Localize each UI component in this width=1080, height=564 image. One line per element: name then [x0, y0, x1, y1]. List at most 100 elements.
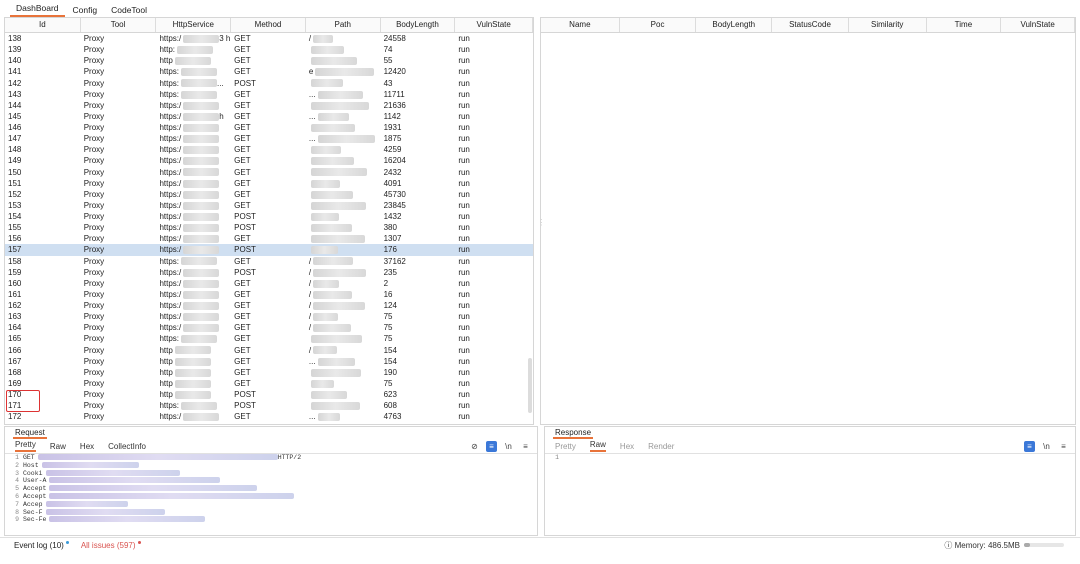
row-id: 146 — [8, 123, 22, 132]
col-bodylength[interactable]: BodyLength — [696, 18, 773, 32]
col-method[interactable]: Method — [231, 18, 306, 32]
row-httpservice: https:/ — [156, 322, 231, 333]
table-row[interactable]: 148 Proxy https:/GET 4259 run — [5, 144, 533, 155]
table-row[interactable]: 160 Proxy https:/GET /2 run — [5, 278, 533, 289]
table-row[interactable]: 138 Proxy https:/3 h...GET /24558 run — [5, 33, 533, 44]
row-vulnstate: run — [458, 189, 470, 199]
col-path[interactable]: Path — [306, 18, 381, 32]
row-tool: Proxy — [83, 223, 105, 233]
response-editor[interactable]: 1 — [545, 454, 1075, 462]
table-row[interactable]: 143 Proxy https: GET... 11711 run — [5, 89, 533, 100]
table-row[interactable]: 168 Proxy http GET 190 run — [5, 367, 533, 378]
table-row[interactable]: 170 Proxy http POST 623 run — [5, 389, 533, 400]
col-time[interactable]: Time — [927, 18, 1002, 32]
col-poc[interactable]: Poc — [620, 18, 697, 32]
row-method: GET — [234, 367, 251, 377]
table-row[interactable]: 169 Proxy http GET 75 run — [5, 378, 533, 389]
col-name[interactable]: Name — [541, 18, 620, 32]
row-method: GET — [234, 45, 251, 55]
req-tab-collectinfo[interactable]: CollectInfo — [108, 442, 146, 451]
newline-icon[interactable]: \n — [1041, 441, 1052, 452]
col-tool[interactable]: Tool — [81, 18, 157, 32]
col-vulnstate[interactable]: VulnState — [455, 18, 533, 32]
menu-icon[interactable]: ≡ — [1058, 441, 1069, 452]
table-row[interactable]: 164 Proxy https:/GET /75 run — [5, 322, 533, 333]
col-statuscode[interactable]: StatusCode — [772, 18, 849, 32]
col-vulnstate[interactable]: VulnState — [1001, 18, 1075, 32]
req-tab-hex[interactable]: Hex — [80, 442, 94, 451]
table-row[interactable]: 141 Proxy https: GET e 12420 run — [5, 66, 533, 77]
code-line: 6 Accept — [9, 492, 537, 501]
table-row[interactable]: 146 Proxy https:/GET 1931 run — [5, 122, 533, 133]
resp-tab-render[interactable]: Render — [648, 442, 674, 451]
response-title[interactable]: Response — [553, 427, 594, 439]
row-path: ... — [306, 111, 381, 122]
row-httpservice: https:/ — [156, 311, 231, 322]
format-icon[interactable]: ≡ — [1024, 441, 1035, 452]
table-row[interactable]: 156 Proxy https:/GET 1307 run — [5, 233, 533, 244]
table-row[interactable]: 153 Proxy https:/GET 23845 run — [5, 200, 533, 211]
row-bodylength: 608 — [383, 401, 397, 411]
table-row[interactable]: 154 Proxy https:/POST 1432 run — [5, 211, 533, 222]
row-path — [306, 122, 381, 133]
table-row[interactable]: 140 Proxy http GET 55 run — [5, 55, 533, 66]
table-row[interactable]: 171 Proxy https: POST 608 run — [5, 400, 533, 411]
row-path: / — [306, 289, 381, 300]
table-row[interactable]: 162 Proxy https:/GET /124 run — [5, 300, 533, 311]
row-method: GET — [234, 301, 251, 310]
event-log-link[interactable]: Event log (10) — [14, 540, 69, 550]
table-row[interactable]: 161 Proxy https:/GET /16 run — [5, 289, 533, 300]
table-row[interactable]: 142 Proxy https:... POST 43 run — [5, 78, 533, 89]
table-row[interactable]: 155 Proxy https:/POST 380 run — [5, 222, 533, 233]
resp-tab-pretty[interactable]: Pretty — [555, 442, 576, 451]
format-icon[interactable]: ≡ — [486, 441, 497, 452]
table-row[interactable]: 159 Proxy https:/POST /235 run — [5, 267, 533, 278]
row-method: POST — [234, 401, 256, 411]
table-row[interactable]: 157 Proxy https:/POST 176 run — [5, 244, 533, 256]
redacted-blur — [183, 112, 220, 121]
row-vulnstate: run — [458, 45, 470, 55]
col-id[interactable]: Id — [5, 18, 81, 32]
table-row[interactable]: 158 Proxy https: GET /37162 run — [5, 256, 533, 267]
col-similarity[interactable]: Similarity — [849, 18, 927, 32]
table-row[interactable]: 150 Proxy https:/GET 2432 run — [5, 167, 533, 178]
row-method: GET — [234, 167, 251, 177]
response-panel: Response Pretty Raw Hex Render ≡ \n ≡ 1 — [544, 426, 1076, 536]
tab-codetool[interactable]: CodeTool — [105, 5, 153, 17]
request-title[interactable]: Request — [13, 427, 47, 439]
table-row[interactable]: 147 Proxy https:/GET... 1875 run — [5, 133, 533, 144]
resp-tab-hex[interactable]: Hex — [620, 442, 634, 451]
table-row[interactable]: 149 Proxy https:/GET 16204 run — [5, 155, 533, 166]
redacted-blur — [183, 290, 220, 299]
col-httpservice[interactable]: HttpService — [156, 18, 232, 32]
row-tool: Proxy — [83, 367, 105, 377]
row-tool: Proxy — [83, 234, 105, 244]
table-row[interactable]: 172 Proxy https:/GET... 4763 run — [5, 411, 533, 422]
all-issues-link[interactable]: All issues (597) — [81, 540, 141, 550]
row-tool: Proxy — [83, 134, 105, 144]
table-row[interactable]: 167 Proxy http GET... 154 run — [5, 356, 533, 367]
tab-config[interactable]: Config — [67, 5, 104, 17]
table-row[interactable]: 151 Proxy https:/GET 4091 run — [5, 178, 533, 189]
hide-eye-icon[interactable]: ⊘ — [469, 441, 480, 452]
row-httpservice: https:/ — [156, 189, 231, 200]
row-httpservice: https: — [156, 333, 231, 344]
request-editor[interactable]: 1 GET HTTP/2 2 Host 3 Cooki 4 User-A 5 Accept 6 Acce… — [5, 454, 537, 524]
table-row[interactable]: 163 Proxy https:/GET /75 run — [5, 311, 533, 322]
table-row[interactable]: 152 Proxy https:/GET 45730 run — [5, 189, 533, 200]
resp-tab-raw[interactable]: Raw — [589, 440, 606, 452]
table-row[interactable]: 165 Proxy https: GET 75 run — [5, 333, 533, 344]
menu-icon[interactable]: ≡ — [520, 441, 531, 452]
table-scrollbar[interactable] — [528, 358, 532, 413]
row-method: POST — [234, 212, 256, 221]
table-row[interactable]: 145 Proxy https:/h GET... 1142 run — [5, 111, 533, 122]
req-tab-raw[interactable]: Raw — [50, 442, 66, 451]
table-row[interactable]: 166 Proxy http GET /154 run — [5, 345, 533, 356]
table-row[interactable]: 144 Proxy https:/GET 21636 run — [5, 100, 533, 111]
req-tab-pretty[interactable]: Pretty — [15, 440, 36, 452]
row-vulnstate: run — [458, 345, 470, 355]
tab-dashboard[interactable]: DashBoard — [10, 3, 65, 17]
col-bodylength[interactable]: BodyLength — [381, 18, 456, 32]
table-row[interactable]: 139 Proxy http: GET 74 run — [5, 44, 533, 55]
newline-icon[interactable]: \n — [503, 441, 514, 452]
